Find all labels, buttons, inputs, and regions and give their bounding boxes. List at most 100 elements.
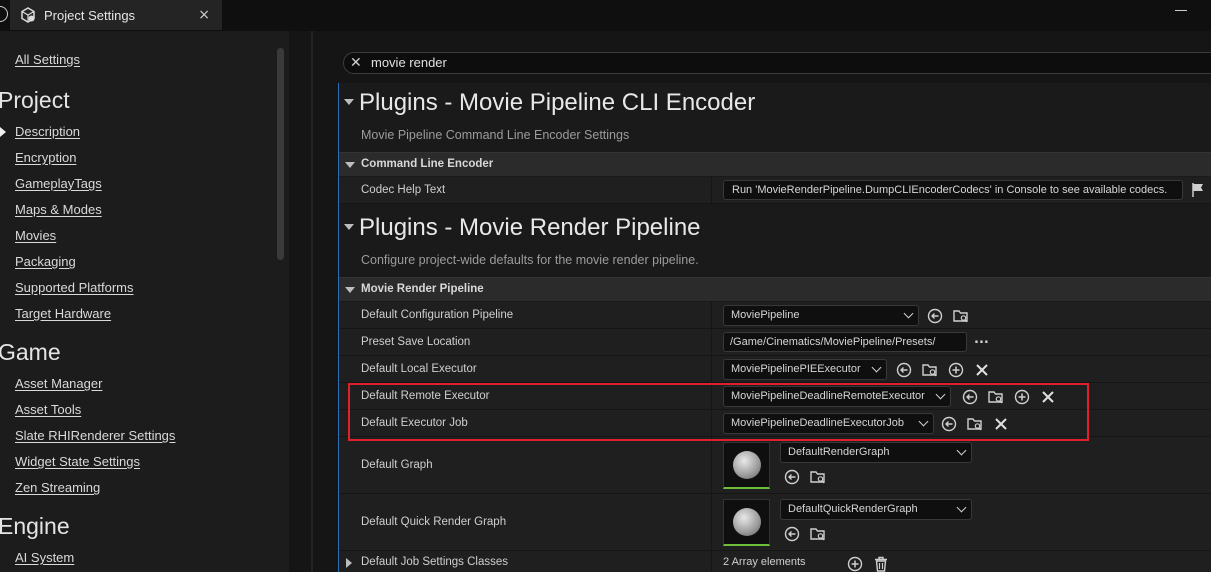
quick-graph-combo[interactable]: DefaultQuickRenderGraph [780, 499, 972, 520]
highlight-box [348, 383, 1089, 441]
column-divider[interactable] [711, 437, 712, 493]
collapse-arrow-icon[interactable] [344, 224, 354, 230]
sidebar-item-widget-state[interactable]: Widget State Settings [15, 454, 140, 469]
tab-title: Project Settings [44, 7, 136, 23]
browse-folder-icon[interactable] [810, 469, 826, 485]
collapse-arrow-icon[interactable] [344, 99, 354, 105]
codec-help-text-field[interactable]: Run 'MovieRenderPipeline.DumpCLIEncoderC… [723, 180, 1183, 200]
row-default-job-settings-classes: Default Job Settings Classes 2 Array ele… [339, 551, 1211, 572]
search-bar[interactable]: ✕ movie render [343, 52, 1211, 74]
details-panel: Plugins - Movie Pipeline CLI Encoder Mov… [338, 83, 1211, 572]
search-input[interactable]: movie render [371, 55, 447, 70]
settings-cube-icon [21, 7, 35, 23]
add-icon[interactable] [948, 362, 964, 378]
tab-project-settings[interactable]: Project Settings × [10, 0, 222, 30]
row-default-local-executor: Default Local Executor MoviePipelinePIEE… [339, 356, 1211, 383]
sidebar-heading-engine: Engine [0, 513, 70, 539]
sidebar-heading-project: Project [0, 87, 70, 113]
sidebar-scrollbar[interactable] [277, 48, 284, 260]
close-tab-button[interactable]: × [198, 7, 210, 23]
combo-value: MoviePipeline [731, 309, 800, 321]
column-divider[interactable] [711, 551, 712, 572]
use-selected-icon[interactable] [896, 362, 912, 378]
column-divider[interactable] [711, 494, 712, 550]
sidebar-item-zen-streaming[interactable]: Zen Streaming [15, 480, 100, 495]
section-desc-movie-render-pipeline: Configure project-wide defaults for the … [361, 253, 699, 267]
prop-label: Default Quick Render Graph [361, 516, 507, 528]
section-title-movie-render-pipeline: Plugins - Movie Render Pipeline [359, 214, 701, 241]
column-divider[interactable] [711, 177, 712, 203]
panel-splitter[interactable] [311, 31, 313, 572]
browse-folder-icon[interactable] [953, 308, 969, 324]
combo-value: DefaultQuickRenderGraph [788, 503, 918, 515]
title-bar: Project Settings × [0, 0, 1211, 31]
section-desc-cli-encoder: Movie Pipeline Command Line Encoder Sett… [361, 128, 630, 142]
category-command-line-encoder[interactable]: Command Line Encoder [339, 152, 1211, 176]
flag-icon[interactable] [1190, 182, 1206, 198]
section-title-cli-encoder: Plugins - Movie Pipeline CLI Encoder [359, 89, 756, 116]
sidebar-item-maps-modes[interactable]: Maps & Modes [15, 202, 102, 217]
prop-label: Preset Save Location [361, 336, 471, 348]
expand-arrow-icon[interactable] [346, 558, 352, 568]
minimize-button[interactable] [1175, 10, 1187, 11]
close-icon[interactable]: ✕ [350, 55, 362, 71]
config-pipeline-combo[interactable]: MoviePipeline [723, 305, 919, 326]
use-selected-icon[interactable] [784, 526, 800, 542]
sidebar-item-packaging[interactable]: Packaging [15, 254, 76, 269]
column-divider[interactable] [711, 356, 712, 382]
add-icon[interactable] [847, 556, 863, 572]
chevron-down-icon [956, 445, 967, 456]
browse-path-button[interactable]: ... [974, 332, 989, 347]
category-label: Movie Render Pipeline [361, 283, 484, 295]
collapse-arrow-icon [345, 162, 355, 168]
graph-thumbnail[interactable] [723, 442, 770, 489]
sidebar-item-slate-rhirenderer[interactable]: Slate RHIRenderer Settings [15, 428, 175, 443]
prop-label: Default Configuration Pipeline [361, 309, 514, 321]
prop-label: Default Graph [361, 459, 433, 471]
row-preset-save-location: Preset Save Location /Game/Cinematics/Mo… [339, 329, 1211, 356]
prop-label: Default Job Settings Classes [361, 556, 509, 568]
column-divider[interactable] [711, 302, 712, 328]
row-default-quick-render-graph: Default Quick Render Graph DefaultQuickR… [339, 494, 1211, 551]
trash-icon[interactable] [873, 556, 889, 572]
preset-save-location-field[interactable]: /Game/Cinematics/MoviePipeline/Presets/ [723, 332, 967, 352]
sidebar-item-asset-manager[interactable]: Asset Manager [15, 376, 102, 391]
active-item-arrow-icon [0, 127, 6, 137]
chevron-down-icon [956, 502, 967, 513]
app-icon[interactable] [0, 6, 8, 22]
row-default-graph: Default Graph DefaultRenderGraph [339, 437, 1211, 494]
category-movie-render-pipeline[interactable]: Movie Render Pipeline [339, 277, 1211, 301]
column-divider[interactable] [711, 329, 712, 355]
category-label: Command Line Encoder [361, 158, 494, 170]
graph-combo[interactable]: DefaultRenderGraph [780, 442, 972, 463]
prop-label: Codec Help Text [361, 184, 446, 196]
browse-folder-icon[interactable] [810, 526, 826, 542]
sidebar-item-ai-system[interactable]: AI System [15, 550, 74, 565]
sidebar-item-encryption[interactable]: Encryption [15, 150, 76, 165]
combo-value: DefaultRenderGraph [788, 446, 890, 458]
chevron-down-icon [871, 362, 882, 373]
sidebar-item-gameplaytags[interactable]: GameplayTags [15, 176, 102, 191]
clear-icon[interactable] [974, 362, 990, 378]
quick-graph-thumbnail[interactable] [723, 499, 770, 546]
sidebar-heading-game: Game [0, 339, 61, 365]
local-executor-combo[interactable]: MoviePipelinePIEExecutor [723, 359, 887, 380]
row-codec-help-text: Codec Help Text Run 'MovieRenderPipeline… [339, 177, 1211, 204]
sidebar-item-asset-tools[interactable]: Asset Tools [15, 402, 81, 417]
chevron-down-icon [903, 308, 914, 319]
row-default-configuration-pipeline: Default Configuration Pipeline MoviePipe… [339, 302, 1211, 329]
combo-value: MoviePipelinePIEExecutor [731, 363, 861, 375]
array-count: 2 Array elements [723, 556, 806, 568]
prop-label: Default Local Executor [361, 363, 477, 375]
asset-sphere-icon [733, 508, 761, 536]
sidebar-item-target-hardware[interactable]: Target Hardware [15, 306, 111, 321]
sidebar-all-settings[interactable]: All Settings [15, 52, 80, 67]
sidebar-item-description[interactable]: Description [15, 124, 80, 139]
sidebar-item-movies[interactable]: Movies [15, 228, 56, 243]
sidebar-item-supported-platforms[interactable]: Supported Platforms [15, 280, 134, 295]
browse-folder-icon[interactable] [922, 362, 938, 378]
use-selected-icon[interactable] [784, 469, 800, 485]
collapse-arrow-icon [345, 287, 355, 293]
asset-sphere-icon [733, 451, 761, 479]
use-selected-icon[interactable] [927, 308, 943, 324]
